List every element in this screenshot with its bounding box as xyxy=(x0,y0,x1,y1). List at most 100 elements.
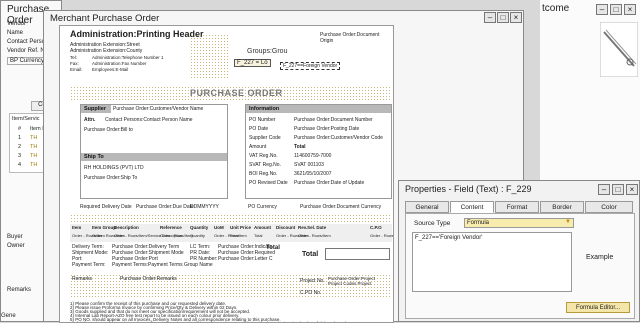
lc-label-2: PR Number: xyxy=(190,256,218,262)
chevron-down-icon[interactable]: ▼ xyxy=(565,219,571,225)
maximize-icon[interactable]: □ xyxy=(610,4,622,15)
grid-row-3-number[interactable]: 3 xyxy=(18,153,21,159)
spacer-dotted-band xyxy=(70,214,392,222)
close-icon[interactable]: × xyxy=(624,4,636,15)
info-label-6: BOI Reg.No. xyxy=(249,171,278,177)
supplier-name-field[interactable]: Purchase Order:Customer/Vendor Name xyxy=(113,106,203,112)
grid-row-2-item[interactable]: TH xyxy=(30,144,37,150)
due-date-label[interactable]: Purchase Order:Due Date xyxy=(136,204,194,210)
delivery-label-3: Payment Term: xyxy=(72,262,106,268)
lc-value-2[interactable]: Purchase Order:Letter C xyxy=(218,256,272,262)
delivery-value-3[interactable]: Payment Terms:Payment Terms Group Name xyxy=(112,262,213,268)
document-origin-field[interactable]: Purchase Order:Document Origin xyxy=(320,32,392,44)
attn-value[interactable]: Contact Persons:Contact Person Name xyxy=(105,117,193,123)
info-value-3[interactable]: Total xyxy=(294,144,306,150)
address-line-2[interactable]: Administration Extension:County xyxy=(70,48,142,54)
name-label: Name xyxy=(7,30,24,36)
tab-border[interactable]: Border xyxy=(540,201,584,213)
grid-col-header-1: Item Group xyxy=(92,225,117,230)
grid-col-header-2: Description xyxy=(114,225,139,230)
merchant-maximize-icon[interactable]: □ xyxy=(497,12,509,23)
merchant-minimize-icon[interactable]: – xyxy=(484,12,496,23)
grid-row-1-number[interactable]: 1 xyxy=(18,135,21,141)
f229-field[interactable]: F_227==Foreign Vendor xyxy=(280,62,341,70)
tel-label: Tel: xyxy=(70,55,78,60)
right-background-window: tcome – □ × xyxy=(540,0,640,200)
f227-field[interactable]: F_227 = Lo xyxy=(234,59,271,67)
cpo-label: C.PO No. xyxy=(300,290,322,296)
required-delivery-label: Required Delivery Date xyxy=(80,204,132,210)
grid-row-4-number[interactable]: 4 xyxy=(18,162,21,168)
fax-label: Fax: xyxy=(70,61,79,66)
information-header: Information xyxy=(246,105,391,113)
properties-maximize-icon[interactable]: □ xyxy=(612,184,624,195)
properties-minimize-icon[interactable]: – xyxy=(598,184,610,195)
po-currency-label: PO Currency xyxy=(248,204,277,210)
formula-text: F_227=='Foreign Vendor' xyxy=(415,235,483,241)
merchant-close-icon[interactable]: × xyxy=(510,12,522,23)
info-value-2[interactable]: Purchase Order:Customer/Vendor Code xyxy=(294,135,383,141)
grid-col-value-6[interactable]: Price xyxy=(230,233,239,238)
info-value-6[interactable]: 3621/05/10/2007 xyxy=(294,171,332,177)
grid-col-header-7: Amount xyxy=(254,225,271,230)
po-currency-value[interactable]: Purchase Order:Document Currency xyxy=(300,204,381,210)
tel-value[interactable]: Administration:Telephone Number 1 xyxy=(92,55,164,60)
fax-value[interactable]: Administration:Fax Number xyxy=(92,61,147,66)
properties-close-icon[interactable]: × xyxy=(626,184,638,195)
grid-col-value-7[interactable]: Total xyxy=(254,233,262,238)
project-value[interactable]: Purchase Order:Project Project Codes Pro… xyxy=(328,276,388,286)
buyer-label: Buyer xyxy=(7,234,23,240)
grid-row-2-number[interactable]: 2 xyxy=(18,144,21,150)
info-label-3: Amount xyxy=(249,144,267,150)
vendor-label: Vendor xyxy=(7,21,27,27)
grid-col-header-4: Quantity xyxy=(190,225,209,230)
grid-row-1-item[interactable]: TH xyxy=(30,135,37,141)
ship-company[interactable]: RH HOLDINGS (PVT) LTD xyxy=(84,165,144,171)
info-value-0[interactable]: Purchase Order:Document Number xyxy=(294,117,373,123)
total-amount-box[interactable] xyxy=(325,248,390,260)
grid-row-4-item[interactable]: TH xyxy=(30,162,37,168)
minimize-icon[interactable]: – xyxy=(596,4,608,15)
tab-content[interactable]: Content xyxy=(450,201,494,213)
grid-col-value-4[interactable]: Quantity xyxy=(190,233,205,238)
report-canvas: Administration:Printing Header Administr… xyxy=(59,25,394,323)
info-label-0: PO Number xyxy=(249,117,276,123)
total-label-2: Total xyxy=(302,251,319,258)
source-type-select[interactable]: Formula ▼ xyxy=(464,218,574,228)
ship-to-header: Ship To xyxy=(81,153,227,161)
total-label-1: Total xyxy=(266,245,280,251)
tab-color[interactable]: Color xyxy=(585,201,633,213)
info-value-7[interactable]: Purchase Order:Date of Update xyxy=(294,180,364,186)
grid-row-3-item[interactable]: TH xyxy=(30,153,37,159)
formula-textarea[interactable]: F_227=='Foreign Vendor' xyxy=(412,232,572,292)
grid-col-value-3[interactable]: Order - Rows/Item xyxy=(160,233,193,238)
bill-to-field[interactable]: Purchase Order:Bill to xyxy=(84,127,133,133)
general-tab-fragment[interactable]: Gene xyxy=(1,313,16,319)
email-label: Email: xyxy=(70,67,83,72)
source-type-label: Source Type xyxy=(414,220,451,227)
ship-to-field[interactable]: Purchase Order:Ship To xyxy=(84,175,137,181)
grid-header-item-service: Item/Servic xyxy=(12,116,40,122)
tab-general[interactable]: General xyxy=(405,201,449,213)
formula-editor-button[interactable]: Formula Editor... xyxy=(566,302,630,313)
due-date-value[interactable]: DDMMYYYY xyxy=(190,204,219,210)
po-item-grid: Item Order - Rows/Item Item Group Order - R… xyxy=(70,224,393,242)
info-label-2: Supplier Code xyxy=(249,135,281,141)
properties-dialog: Properties - Field (Text) : F_229 – □ × … xyxy=(398,180,640,322)
vendor-ref-label: Vendor Ref. N xyxy=(7,48,45,54)
grid-col-value-10[interactable]: Order - Rows/Project Letter xyxy=(370,233,393,238)
project-label: Project No. xyxy=(300,278,325,284)
grid-col-value-9[interactable]: Order - Rows/Item xyxy=(298,233,331,238)
email-value[interactable]: Employees:E-Mail xyxy=(92,67,128,72)
company-header[interactable]: Administration:Printing Header xyxy=(70,29,204,39)
supplier-box: Supplier Purchase Order:Customer/Vendor … xyxy=(80,104,228,199)
info-value-1[interactable]: Purchase Order:Posting Date xyxy=(294,126,359,132)
group-field[interactable]: Groups:Grou xyxy=(247,48,287,55)
grid-col-header-10: C.P.O xyxy=(370,225,382,230)
info-value-5[interactable]: SVAT 001103 xyxy=(294,162,324,168)
info-value-4[interactable]: 114600759-7000 xyxy=(294,153,331,159)
tab-format[interactable]: Format xyxy=(495,201,539,213)
supplier-header: Supplier xyxy=(81,105,111,113)
grid-header-number: # xyxy=(18,126,22,132)
remarks-value[interactable]: Purchase Order:Remarks xyxy=(120,276,177,282)
